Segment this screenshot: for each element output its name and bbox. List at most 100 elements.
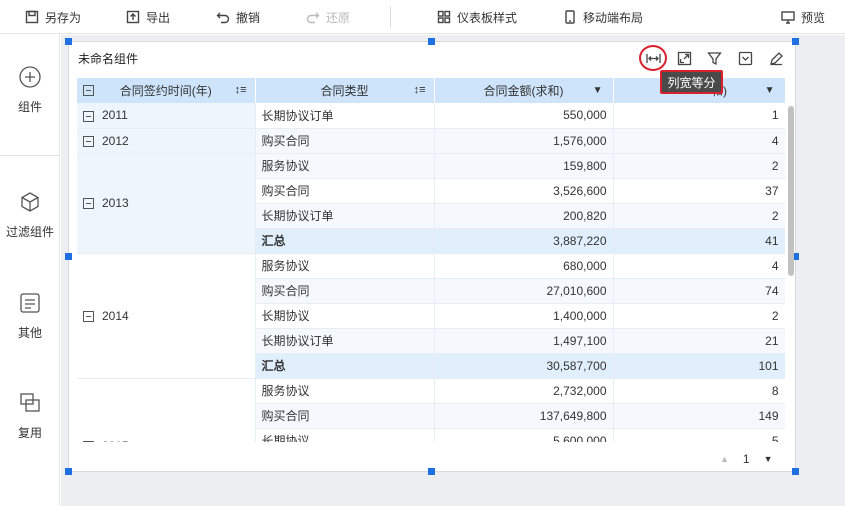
- count-cell: 2: [613, 303, 785, 329]
- resize-handle[interactable]: [792, 468, 799, 475]
- column-equal-width-tooltip: 列宽等分: [660, 70, 723, 94]
- header-type[interactable]: 合同类型 ↕≡: [255, 78, 435, 103]
- amount-cell: 27,010,600: [434, 278, 614, 304]
- dashboard-style-button[interactable]: 仪表板样式: [437, 0, 517, 34]
- year-value: 2012: [102, 133, 129, 148]
- collapse-icon[interactable]: [83, 135, 94, 147]
- header-year[interactable]: 合同签约时间(年) ↕≡: [77, 78, 256, 103]
- export-label: 导出: [146, 10, 171, 25]
- collapse-icon[interactable]: [83, 110, 94, 122]
- redo-label: 还原: [326, 10, 351, 25]
- data-table: 合同签约时间(年) ↕≡ 合同类型 ↕≡ 合同金额(求和) ▼ ▼ 2011 长…: [77, 78, 785, 442]
- mobile-icon: [565, 10, 575, 24]
- page-dropdown-icon[interactable]: ▼: [764, 454, 773, 464]
- sidebar-divider: [0, 155, 60, 156]
- count-cell: 37: [613, 178, 785, 204]
- undo-icon: [216, 12, 230, 24]
- expand-button[interactable]: [673, 48, 695, 68]
- cube-icon: [21, 192, 39, 212]
- type-cell: 长期协议: [255, 428, 435, 442]
- amount-cell: 1,400,000: [434, 303, 614, 329]
- amount-cell: 3,887,220: [434, 228, 614, 254]
- vertical-scrollbar[interactable]: [788, 106, 794, 276]
- sidebar-item-reuse[interactable]: 复用: [0, 392, 60, 441]
- sort-icon[interactable]: ↕≡: [235, 84, 247, 96]
- header-amount[interactable]: 合同金额(求和) ▼: [434, 78, 614, 103]
- sidebar-item-other[interactable]: 其他: [0, 292, 60, 341]
- sidebar-item-label: 复用: [17, 426, 42, 440]
- count-cell: 74: [613, 278, 785, 304]
- redo-icon: [306, 12, 320, 24]
- type-cell: 服务协议: [255, 253, 435, 279]
- export-icon: [126, 10, 140, 24]
- sidebar-item-filter-components[interactable]: 过滤组件: [0, 191, 60, 240]
- preview-label: 预览: [801, 10, 826, 25]
- sort-icon[interactable]: ↕≡: [414, 84, 426, 96]
- count-cell: 1: [613, 103, 785, 129]
- amount-cell: 200,820: [434, 203, 614, 229]
- pivot-table: 合同签约时间(年) ↕≡ 合同类型 ↕≡ 合同金额(求和) ▼ ▼ 2011 长…: [77, 78, 785, 442]
- edit-button[interactable]: [765, 48, 787, 68]
- save-as-button[interactable]: 另存为: [25, 0, 81, 34]
- count-cell: 41: [613, 228, 785, 254]
- table-row: 2015 服务协议 2,732,000 8: [77, 378, 785, 442]
- save-icon: [25, 10, 39, 24]
- type-cell: 汇总: [255, 228, 435, 254]
- collapse-icon[interactable]: [83, 198, 94, 210]
- undo-button[interactable]: 撤销: [216, 0, 260, 34]
- amount-cell: 1,497,100: [434, 328, 614, 354]
- resize-handle[interactable]: [65, 38, 72, 45]
- copy-icon: [20, 393, 40, 412]
- table-row: 2012 购买合同 1,576,000 4: [77, 128, 785, 154]
- sidebar-item-components[interactable]: 组件: [0, 66, 60, 115]
- expand-icon: [677, 51, 691, 65]
- year-cell[interactable]: 2011: [77, 103, 256, 129]
- collapse-icon[interactable]: [83, 310, 94, 322]
- sidebar-item-label: 过滤组件: [5, 225, 54, 239]
- type-cell: 长期协议订单: [255, 103, 435, 129]
- collapse-icon[interactable]: [83, 440, 94, 442]
- triangle-down-icon[interactable]: ▼: [765, 85, 775, 96]
- dashboard-style-label: 仪表板样式: [457, 10, 518, 25]
- year-value: 2015: [102, 439, 129, 443]
- count-cell: 4: [613, 128, 785, 154]
- amount-cell: 550,000: [434, 103, 614, 129]
- type-cell: 长期协议订单: [255, 328, 435, 354]
- resize-handle[interactable]: [428, 468, 435, 475]
- count-cell: 2: [613, 203, 785, 229]
- type-cell: 服务协议: [255, 153, 435, 179]
- amount-cell: 680,000: [434, 253, 614, 279]
- type-cell: 购买合同: [255, 278, 435, 304]
- redo-button[interactable]: 还原: [306, 0, 350, 34]
- amount-cell: 159,800: [434, 153, 614, 179]
- year-cell[interactable]: 2015: [77, 378, 256, 443]
- type-cell: 购买合同: [255, 128, 435, 154]
- count-cell: 21: [613, 328, 785, 354]
- year-cell[interactable]: 2013: [77, 153, 256, 254]
- mobile-layout-button[interactable]: 移动端布局: [563, 0, 643, 34]
- preview-button[interactable]: 预览: [781, 0, 825, 34]
- triangle-down-icon[interactable]: ▼: [593, 85, 603, 96]
- year-value: 2011: [102, 108, 128, 123]
- collapse-icon[interactable]: [83, 85, 94, 96]
- resize-handle[interactable]: [65, 253, 72, 260]
- filter-button[interactable]: [703, 48, 725, 68]
- year-cell[interactable]: 2012: [77, 128, 256, 154]
- sidebar-item-label: 组件: [17, 100, 42, 114]
- amount-cell: 5,600,000: [434, 428, 614, 442]
- year-cell[interactable]: 2014: [77, 253, 256, 379]
- toolbar-divider: [390, 6, 391, 28]
- resize-handle[interactable]: [792, 38, 799, 45]
- resize-handle[interactable]: [65, 468, 72, 475]
- resize-handle[interactable]: [428, 38, 435, 45]
- table-row: 2014 服务协议 680,000 4: [77, 253, 785, 379]
- count-cell: 8: [613, 378, 785, 404]
- sidebar-item-label: 其他: [17, 326, 42, 340]
- type-cell: 长期协议订单: [255, 203, 435, 229]
- export-button[interactable]: 导出: [126, 0, 170, 34]
- type-cell: 购买合同: [255, 403, 435, 429]
- dropdown-button[interactable]: [734, 48, 756, 68]
- page-up-icon[interactable]: ▲: [720, 454, 729, 464]
- count-cell: 4: [613, 253, 785, 279]
- column-equal-width-button[interactable]: [639, 45, 667, 71]
